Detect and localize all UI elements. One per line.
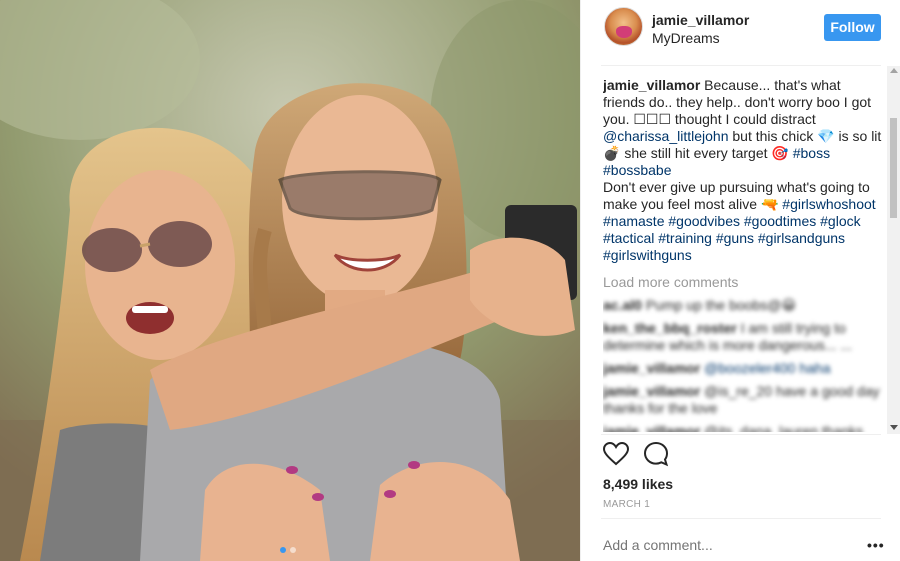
comment-text: @its_dana_lauren thanks — [704, 423, 864, 432]
location-link[interactable]: MyDreams — [652, 30, 720, 46]
carousel-dot-active — [280, 547, 286, 553]
post-header: jamie_villamor MyDreams Follow — [581, 0, 900, 66]
comment-item: jamie_villamor @its_dana_lauren thanks — [603, 423, 885, 432]
comment-item: ac.al0 Pump up the boobs@😀 — [603, 297, 885, 314]
post-caption: jamie_villamor Because... that's what fr… — [603, 77, 885, 264]
add-comment-input[interactable] — [603, 537, 843, 553]
avatar[interactable] — [604, 7, 643, 46]
comment-item: jamie_villamor @is_re_20 have a good day… — [603, 383, 885, 417]
post-sidebar: jamie_villamor MyDreams Follow jamie_vil… — [580, 0, 900, 561]
comments-list[interactable]: jamie_villamor Because... that's what fr… — [603, 77, 885, 432]
comment-item: ken_the_bbq_roster I am still trying to … — [603, 320, 885, 354]
caption-username[interactable]: jamie_villamor — [603, 77, 700, 93]
caption-mention[interactable]: @charissa_littlejohn — [603, 128, 729, 144]
comment-username[interactable]: ken_the_bbq_roster — [603, 320, 737, 336]
comment-text: Pump up the boobs@😀 — [645, 297, 797, 313]
post-photo[interactable] — [0, 0, 580, 561]
carousel-dot — [290, 547, 296, 553]
comment-username[interactable]: jamie_villamor — [603, 360, 700, 376]
username-link[interactable]: jamie_villamor — [652, 12, 749, 28]
comment-username[interactable]: jamie_villamor — [603, 383, 700, 399]
heart-icon[interactable] — [603, 442, 629, 466]
comment-item: jamie_villamor @boozeler400 haha — [603, 360, 885, 377]
load-more-comments[interactable]: Load more comments — [603, 274, 885, 291]
comment-input-divider — [601, 518, 881, 519]
post-actions — [581, 436, 900, 476]
follow-button[interactable]: Follow — [824, 14, 881, 41]
comment-text: @boozeler400 haha — [704, 360, 831, 376]
comment-icon[interactable] — [643, 441, 669, 467]
comment-username[interactable]: jamie_villamor — [603, 423, 700, 432]
scroll-thumb[interactable] — [890, 118, 897, 218]
carousel-indicator — [280, 547, 296, 553]
comments-scrollbar[interactable] — [887, 66, 900, 434]
scroll-down-arrow-icon[interactable] — [890, 425, 898, 430]
photo-illustration — [0, 0, 580, 561]
scroll-up-arrow-icon[interactable] — [890, 68, 898, 73]
post-date: MARCH 1 — [603, 499, 651, 510]
likes-count[interactable]: 8,499 likes — [603, 476, 673, 492]
comment-username[interactable]: ac.al0 — [603, 297, 642, 313]
more-options-icon[interactable]: ••• — [867, 537, 885, 553]
actions-divider — [601, 434, 881, 435]
header-divider — [601, 65, 881, 66]
